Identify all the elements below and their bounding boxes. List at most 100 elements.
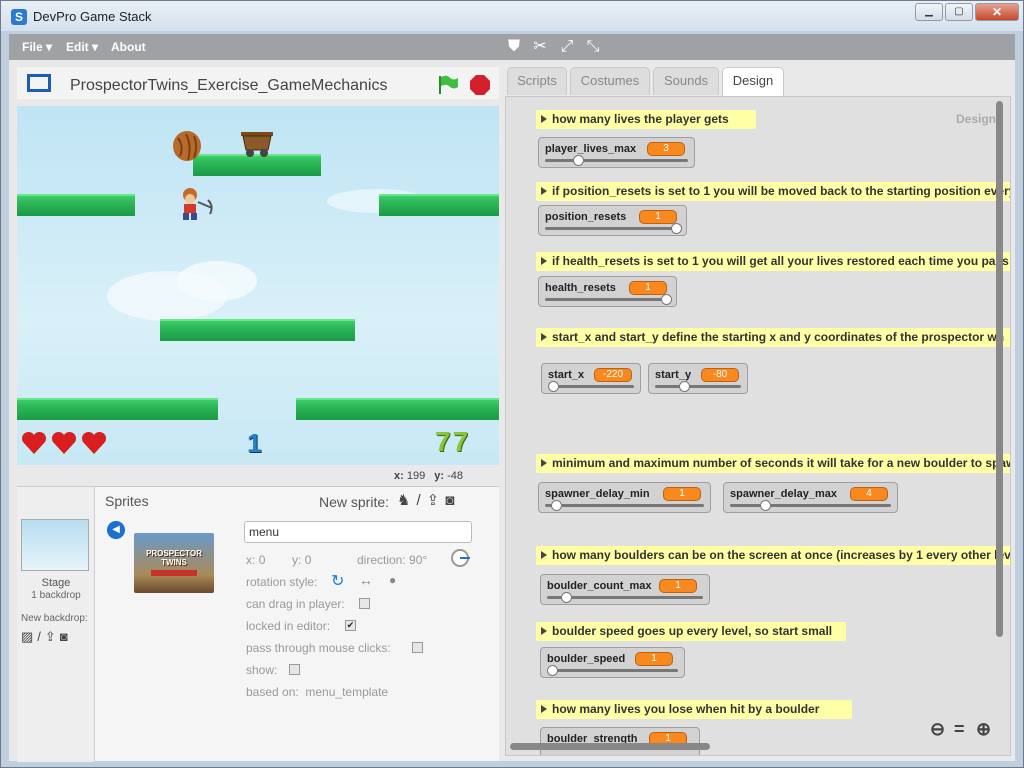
grow-icon[interactable]: ⤢ <box>558 38 576 56</box>
mouse-coords: x: 199 y: -48 <box>394 470 463 482</box>
back-arrow-icon[interactable]: ◀ <box>107 521 125 539</box>
boulder-sprite[interactable] <box>172 130 202 162</box>
stage-thumbnail[interactable] <box>21 519 89 571</box>
tab-design[interactable]: Design <box>722 67 784 98</box>
var-spawner-delay-min[interactable]: spawner_delay_min 1 <box>538 482 711 513</box>
project-title: ProspectorTwins_Exercise_GameMechanics <box>70 77 388 94</box>
zoom-in-icon[interactable]: ⊕ <box>976 719 991 740</box>
paint-brush-icon[interactable]: / <box>37 629 45 644</box>
comment[interactable]: if health_resets is set to 1 you will ge… <box>536 252 1010 271</box>
var-health-resets[interactable]: health_resets 1 <box>538 276 677 307</box>
window-title: DevPro Game Stack <box>33 9 152 24</box>
prospector-sprite[interactable] <box>172 186 217 222</box>
backdrop-count: 1 backdrop <box>31 590 81 601</box>
green-flag-icon[interactable] <box>437 75 459 95</box>
sprite-thumbnail[interactable]: PROSPECTOR TWINS <box>134 533 214 593</box>
platform <box>17 194 135 216</box>
close-button[interactable]: ✕ <box>975 3 1019 21</box>
zoom-reset-icon[interactable]: = <box>954 719 965 740</box>
comment[interactable]: if position_resets is set to 1 you will … <box>536 182 1010 201</box>
sprites-pane: Stage 1 backdrop New backdrop: ▨/⇪◙ Spri… <box>17 486 499 762</box>
paint-new-sprite-icon[interactable]: / <box>416 492 426 509</box>
show-checkbox[interactable] <box>289 664 300 675</box>
var-position-resets[interactable]: position_resets 1 <box>538 205 687 236</box>
title-bar: S DevPro Game Stack ▁ ▢ ✕ <box>1 1 1023 31</box>
thumb-title: PROSPECTOR TWINS <box>146 549 202 567</box>
left-right-icon[interactable]: ↔ <box>359 572 373 588</box>
comment[interactable]: how many lives you lose when hit by a bo… <box>536 700 852 719</box>
direction-dial[interactable] <box>451 549 470 567</box>
duplicate-stamp-icon[interactable]: ⛊ <box>505 38 523 56</box>
game-stage[interactable]: 1 77 <box>17 106 499 465</box>
level-counter: 1 <box>247 428 262 458</box>
editor-content: ProspectorTwins_Exercise_GameMechanics 1… <box>9 60 1015 762</box>
camera-icon[interactable]: ◙ <box>60 629 72 644</box>
paint-library-icon[interactable]: ▨ <box>21 629 37 644</box>
var-spawner-delay-max[interactable]: spawner_delay_max 4 <box>723 482 898 513</box>
app-icon: S <box>11 9 27 25</box>
rotate-all-around-icon[interactable]: ↻ <box>331 571 344 591</box>
edit-menu[interactable]: Edit ▾ <box>66 40 98 54</box>
zoom-out-icon[interactable]: ⊖ <box>930 719 945 740</box>
can-drag-label: can drag in player: <box>246 597 345 611</box>
y-value: -48 <box>447 470 464 482</box>
horizontal-scrollbar[interactable] <box>510 743 710 750</box>
platform <box>17 398 218 420</box>
y-label: y: <box>434 470 445 482</box>
var-boulder-count-max[interactable]: boulder_count_max 1 <box>540 574 710 605</box>
app-window: S DevPro Game Stack ▁ ▢ ✕ File ▾ Edit ▾ … <box>0 0 1024 768</box>
comment[interactable]: minimum and maximum number of seconds it… <box>536 454 1010 473</box>
fullscreen-icon[interactable] <box>27 74 51 92</box>
locked-label: locked in editor: <box>246 619 331 633</box>
comment[interactable]: how many lives the player gets <box>536 110 756 129</box>
design-script-area[interactable]: Design how many lives the player gets pl… <box>505 96 1011 756</box>
stage-column: Stage 1 backdrop New backdrop: ▨/⇪◙ <box>17 487 95 762</box>
based-on: based on: menu_template <box>246 685 389 699</box>
var-boulder-strength[interactable]: boulder_strength 1 <box>540 727 700 755</box>
comment[interactable]: start_x and start_y define the starting … <box>536 328 1010 347</box>
maximize-button[interactable]: ▢ <box>945 3 973 21</box>
rotation-style-label: rotation style: <box>246 575 318 589</box>
sprite-direction: direction: 90° <box>357 553 428 567</box>
can-drag-checkbox[interactable] <box>359 598 370 609</box>
var-boulder-speed[interactable]: boulder_speed 1 <box>540 647 685 678</box>
file-menu[interactable]: File ▾ <box>22 40 52 54</box>
sprite-name-input[interactable] <box>244 521 472 543</box>
vertical-scrollbar[interactable] <box>996 101 1003 637</box>
upload-sprite-icon[interactable]: ⇪ <box>427 492 446 509</box>
comment[interactable]: how many boulders can be on the screen a… <box>536 546 1010 565</box>
lives-display <box>21 431 107 454</box>
upload-icon[interactable]: ⇪ <box>45 629 60 644</box>
stage-label: Stage <box>41 577 71 589</box>
new-sprite-label: New sprite: <box>319 494 390 510</box>
locked-checkbox[interactable]: ✔ <box>345 620 356 631</box>
x-label: x: <box>394 470 404 482</box>
pass-through-label: pass through mouse clicks: <box>246 641 391 655</box>
var-start-x[interactable]: start_x -220 <box>541 363 641 394</box>
new-backdrop-label: New backdrop: <box>21 613 88 624</box>
mine-cart-sprite[interactable] <box>239 130 275 158</box>
dont-rotate-icon[interactable]: ● <box>389 573 396 587</box>
sprites-header: Sprites <box>105 493 149 509</box>
pass-through-checkbox[interactable] <box>412 642 423 653</box>
shrink-icon[interactable]: ⤡ <box>584 38 602 56</box>
comment[interactable]: boulder speed goes up every level, so st… <box>536 622 846 641</box>
tab-costumes[interactable]: Costumes <box>570 67 650 95</box>
var-start-y[interactable]: start_y -80 <box>648 363 748 394</box>
var-player-lives-max[interactable]: player_lives_max 3 <box>538 137 695 168</box>
camera-sprite-icon[interactable]: ◙ <box>445 492 460 509</box>
sprite-y: y: 0 <box>292 553 312 567</box>
cut-icon[interactable]: ✂ <box>531 38 549 56</box>
show-label: show: <box>246 663 278 677</box>
platform <box>296 398 499 420</box>
tab-sounds[interactable]: Sounds <box>653 67 719 95</box>
sprite-library-icon[interactable]: ♞ <box>397 492 416 509</box>
stage-header: ProspectorTwins_Exercise_GameMechanics <box>17 67 499 99</box>
tab-scripts[interactable]: Scripts <box>507 67 567 95</box>
about-menu[interactable]: About <box>111 40 146 54</box>
x-value: 199 <box>406 470 426 482</box>
stop-icon[interactable] <box>469 74 491 96</box>
design-label: Design <box>956 112 997 126</box>
minimize-button[interactable]: ▁ <box>915 3 943 21</box>
menu-bar: File ▾ Edit ▾ About ⛊ ✂ ⤢ ⤡ <box>9 34 1015 60</box>
